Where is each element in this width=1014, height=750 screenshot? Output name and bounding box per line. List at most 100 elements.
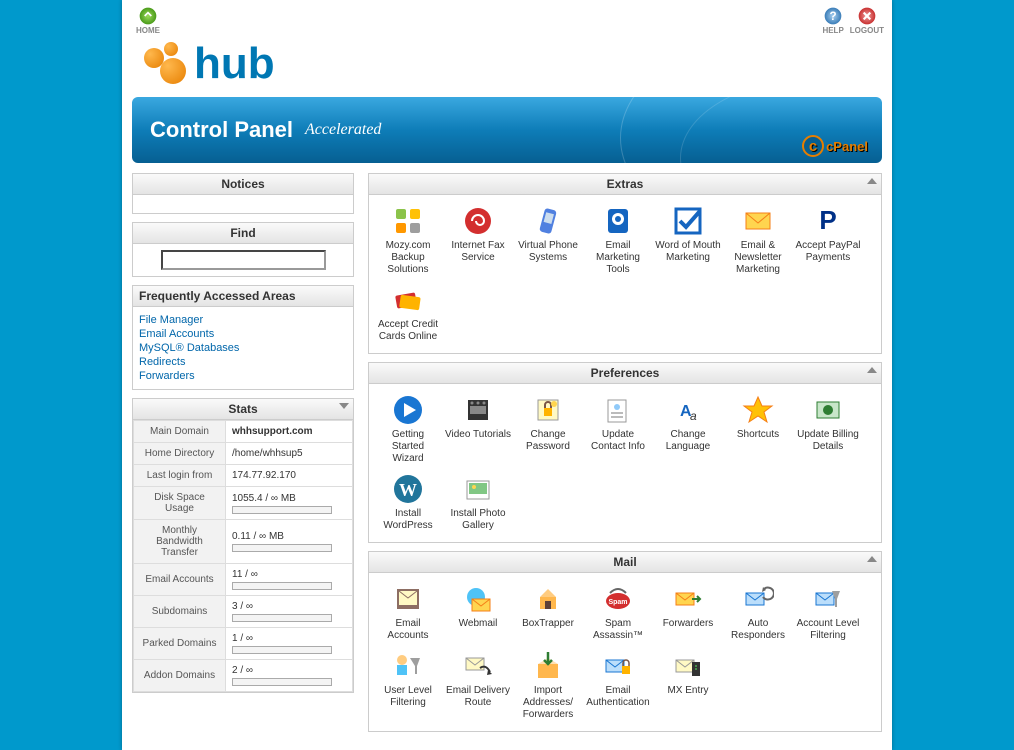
item-label: Virtual Phone Systems [515,240,581,264]
stats-row: Email Accounts11 / ∞ [134,564,353,596]
virtual-phone-item[interactable]: Virtual Phone Systems [513,201,583,280]
notices-title: Notices [133,174,353,195]
stats-title: Stats [133,399,353,420]
faa-link[interactable]: MySQL® Databases [139,341,347,355]
svg-text:?: ? [830,10,837,23]
collapse-icon[interactable] [339,403,349,409]
email-accounts-icon [392,583,424,615]
item-label: User Level Filtering [375,685,441,709]
email-accounts-item[interactable]: Email Accounts [373,579,443,646]
logout-button[interactable]: LOGOUT [850,6,884,35]
user-filtering-item[interactable]: User Level Filtering [373,646,443,725]
group-box: Extras Mozy.com Backup SolutionsInternet … [368,173,882,354]
internet-fax-icon [462,205,494,237]
faa-link[interactable]: Redirects [139,355,347,369]
change-language-item[interactable]: Aa Change Language [653,390,723,469]
item-label: Update Contact Info [585,429,651,453]
find-box: Find [132,222,354,277]
faa-link[interactable]: File Manager [139,313,347,327]
video-tutorials-icon [462,394,494,426]
update-contact-icon [602,394,634,426]
item-label: Shortcuts [737,429,779,441]
photo-gallery-item[interactable]: Install Photo Gallery [443,469,513,536]
notices-box: Notices [132,173,354,214]
billing-icon [812,394,844,426]
stats-box: Stats Main Domainwhhsupport.comHome Dire… [132,398,354,693]
email-marketing-item[interactable]: Email Marketing Tools [583,201,653,280]
wordpress-item[interactable]: WInstall WordPress [373,469,443,536]
shortcuts-icon [742,394,774,426]
email-marketing-icon [602,205,634,237]
svg-text:a: a [690,409,697,423]
item-label: Install Photo Gallery [445,508,511,532]
user-filtering-icon [392,650,424,682]
stats-row: Main Domainwhhsupport.com [134,421,353,443]
home-button[interactable]: HOME [136,6,160,35]
frequently-accessed-box: Frequently Accessed Areas File ManagerEm… [132,285,354,390]
paypal-item[interactable]: P Accept PayPal Payments [793,201,863,280]
group-title: Extras [369,174,881,195]
stats-row: Last login from174.77.92.170 [134,465,353,487]
boxtrapper-icon [532,583,564,615]
help-button[interactable]: ? HELP [822,6,843,35]
change-password-item[interactable]: Change Password [513,390,583,469]
boxtrapper-item[interactable]: BoxTrapper [513,579,583,646]
stats-row: Parked Domains1 / ∞ [134,628,353,660]
collapse-icon[interactable] [867,178,877,184]
item-label: Email Authentication [585,685,651,709]
newsletter-item[interactable]: Email & Newsletter Marketing [723,201,793,280]
item-label: Internet Fax Service [445,240,511,264]
item-label: Email & Newsletter Marketing [725,240,791,276]
billing-item[interactable]: Update Billing Details [793,390,863,469]
find-input[interactable] [161,250,326,270]
item-label: Accept Credit Cards Online [375,319,441,343]
email-auth-item[interactable]: Email Authentication [583,646,653,725]
collapse-icon[interactable] [867,367,877,373]
word-of-mouth-item[interactable]: Word of Mouth Marketing [653,201,723,280]
webmail-item[interactable]: Webmail [443,579,513,646]
home-label: HOME [136,26,160,35]
item-label: MX Entry [667,685,708,697]
stats-row: Subdomains3 / ∞ [134,596,353,628]
item-label: Account Level Filtering [795,618,861,642]
logout-icon [857,6,877,26]
internet-fax-item[interactable]: Internet Fax Service [443,201,513,280]
faa-link[interactable]: Email Accounts [139,327,347,341]
faa-title: Frequently Accessed Areas [133,286,353,307]
item-label: Forwarders [663,618,714,630]
item-label: Mozy.com Backup Solutions [375,240,441,276]
spam-assassin-icon: Spam [602,583,634,615]
shortcuts-item[interactable]: Shortcuts [723,390,793,469]
delivery-route-icon [462,650,494,682]
mozy-backup-item[interactable]: Mozy.com Backup Solutions [373,201,443,280]
newsletter-icon [742,205,774,237]
item-label: Change Language [655,429,721,453]
paypal-icon: P [812,205,844,237]
wordpress-icon: W [392,473,424,505]
auto-responders-item[interactable]: Auto Responders [723,579,793,646]
spam-assassin-item[interactable]: SpamSpam Assassin™ [583,579,653,646]
forwarders-item[interactable]: Forwarders [653,579,723,646]
collapse-icon[interactable] [867,556,877,562]
find-title: Find [133,223,353,244]
delivery-route-item[interactable]: Email Delivery Route [443,646,513,725]
getting-started-item[interactable]: Getting Started Wizard [373,390,443,469]
group-title: Mail [369,552,881,573]
import-addresses-item[interactable]: Import Addresses/ Forwarders [513,646,583,725]
control-panel-banner: Control Panel Accelerated ccPanel [132,97,882,163]
change-language-icon: Aa [672,394,704,426]
hub-logo: hub [142,39,872,89]
mx-entry-item[interactable]: MX Entry [653,646,723,725]
credit-cards-item[interactable]: Accept Credit Cards Online [373,280,443,347]
item-label: BoxTrapper [522,618,574,630]
video-tutorials-item[interactable]: Video Tutorials [443,390,513,469]
import-addresses-icon [532,650,564,682]
item-label: Email Accounts [375,618,441,642]
logout-label: LOGOUT [850,26,884,35]
faa-link[interactable]: Forwarders [139,369,347,383]
account-filtering-item[interactable]: Account Level Filtering [793,579,863,646]
change-password-icon [532,394,564,426]
group-box: PreferencesGetting Started WizardVideo T… [368,362,882,543]
update-contact-item[interactable]: Update Contact Info [583,390,653,469]
item-label: Accept PayPal Payments [795,240,861,264]
